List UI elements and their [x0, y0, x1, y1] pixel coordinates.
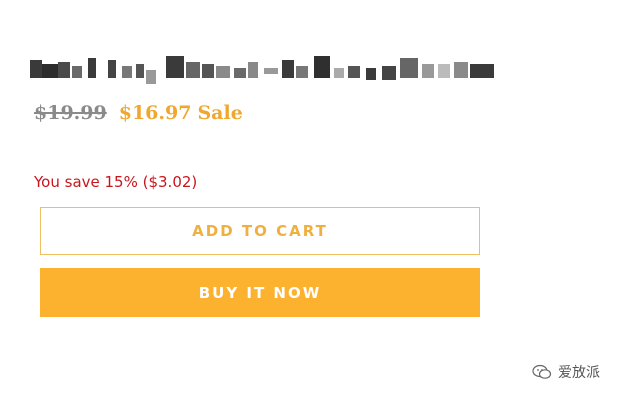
- wechat-icon: [532, 364, 552, 379]
- savings-text: You save 15% ($3.02): [34, 173, 198, 191]
- buy-it-now-button[interactable]: BUY IT NOW: [40, 268, 480, 317]
- add-to-cart-button[interactable]: ADD TO CART: [40, 207, 480, 255]
- product-title-obscured: [30, 50, 500, 86]
- watermark-text: 爱放派: [558, 365, 600, 381]
- price-row: $19.99 $16.97 Sale: [34, 102, 243, 130]
- sale-label: Sale: [197, 102, 243, 124]
- watermark: 爱放派: [532, 362, 600, 382]
- original-price: $19.99: [34, 102, 107, 124]
- sale-price: $16.97: [118, 102, 192, 124]
- pixelated-title-image: [30, 56, 494, 84]
